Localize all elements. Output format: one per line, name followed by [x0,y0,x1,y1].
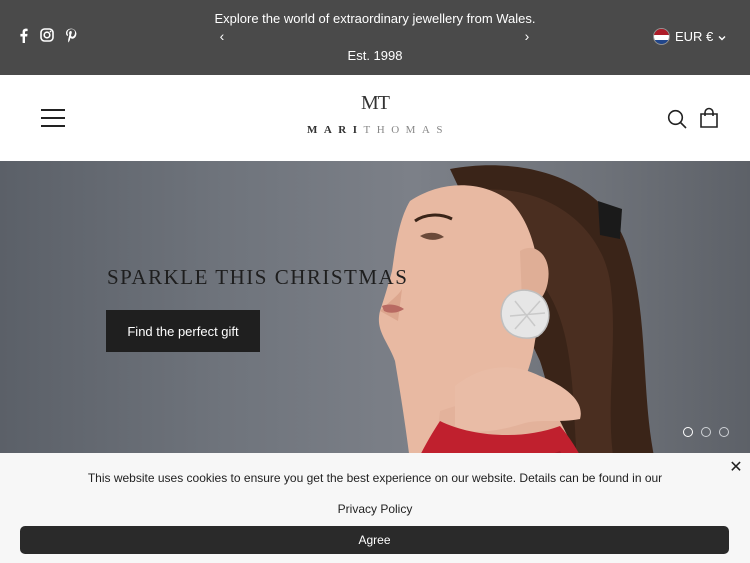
cookie-banner: ✕ This website uses cookies to ensure yo… [0,453,750,563]
announcement-next-arrow[interactable]: › [520,28,534,46]
find-gift-button[interactable]: Find the perfect gift [106,310,260,352]
pinterest-icon[interactable] [64,27,78,43]
logo-monogram: MT [361,92,390,114]
slider-dot-3[interactable] [719,427,729,437]
announcement-message: Explore the world of extraordinary jewel… [214,11,536,26]
slider-dots [683,427,729,437]
currency-selector[interactable]: EUR € [653,28,726,45]
logo-wordmark: MARITHOMAS [285,123,465,137]
announcement-bar: ‹ Explore the world of extraordinary jew… [0,0,750,75]
close-icon[interactable]: ✕ [728,460,744,476]
logo-name-light: THOMAS [363,124,449,136]
site-header: MT MARITHOMAS [0,75,750,161]
instagram-icon[interactable] [40,27,54,43]
agree-button[interactable]: Agree [20,526,729,554]
announcement-prev-arrow[interactable]: ‹ [215,28,229,46]
hero-title: SPARKLE THIS CHRISTMAS [107,265,409,289]
menu-icon[interactable] [41,109,65,127]
facebook-icon[interactable] [16,27,30,43]
slider-dot-1[interactable] [683,427,693,437]
shopping-bag-icon[interactable] [698,107,720,129]
logo-name-bold: MARI [306,124,364,136]
privacy-policy-link[interactable]: Privacy Policy [300,500,450,518]
social-links [16,27,78,43]
announcement-subtext: Est. 1998 [347,48,403,63]
slider-dot-2[interactable] [701,427,711,437]
chevron-down-icon [718,29,726,44]
cookie-message: This website uses cookies to ensure you … [87,471,663,485]
netherlands-flag-icon [653,28,670,45]
currency-label: EUR € [675,29,714,44]
site-logo[interactable]: MT MARITHOMAS [285,91,465,137]
search-icon[interactable] [667,109,687,129]
